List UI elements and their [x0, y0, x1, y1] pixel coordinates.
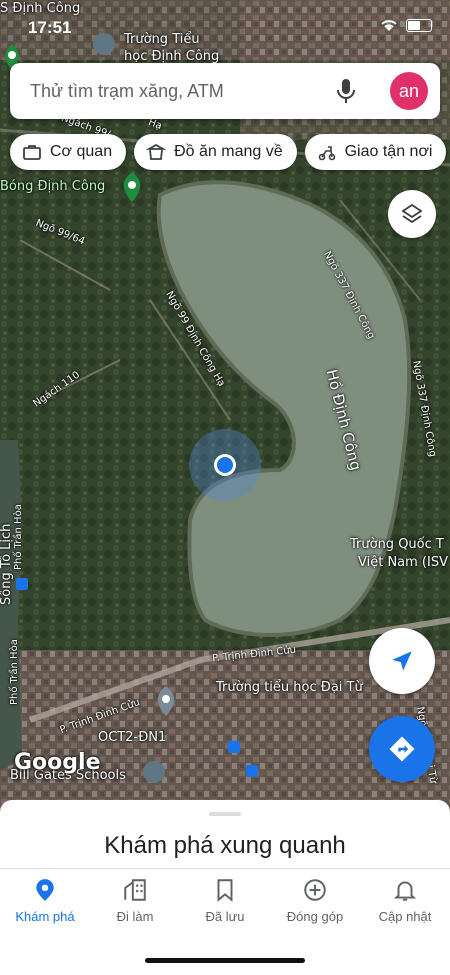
tab-label: Đã lưu: [205, 909, 245, 924]
layers-button[interactable]: [388, 190, 436, 238]
place-label: Bóng Định Công: [0, 179, 106, 194]
chip-label: Đồ ăn mang về: [174, 143, 283, 160]
add-circle-icon: [304, 879, 326, 901]
chip-label: Giao tận nơi: [344, 143, 433, 160]
briefcase-icon: [23, 145, 41, 160]
school-label: Trường Quốc T: [350, 537, 444, 552]
tab-label: Đóng góp: [286, 909, 344, 924]
my-location-button[interactable]: [369, 628, 435, 694]
account-avatar[interactable]: an: [390, 72, 428, 110]
street-label: Phố Trần Hòa: [9, 639, 20, 705]
layers-icon: [401, 203, 423, 224]
wifi-icon: [381, 20, 397, 31]
home-indicator: [145, 958, 305, 963]
tab-commute[interactable]: Đi làm: [90, 877, 180, 924]
tab-saved[interactable]: Đã lưu: [180, 877, 270, 924]
google-logo: Google: [14, 750, 101, 775]
tab-label: Khám phá: [15, 909, 75, 924]
explore-pin-icon: [36, 879, 54, 901]
chip-work[interactable]: Cơ quan: [10, 134, 127, 170]
navigation-arrow-icon: [392, 651, 412, 671]
school-label: Việt Nam (ISV: [358, 555, 448, 570]
chip-takeout[interactable]: Đồ ăn mang về: [134, 134, 297, 170]
bookmark-icon: [217, 879, 233, 902]
place-label: OCT2-ĐN1: [98, 730, 167, 745]
status-bar: 17:51: [0, 0, 450, 40]
satellite-map[interactable]: S Định Công Trường Tiểu học Định Công Ng…: [0, 0, 450, 810]
explore-sheet[interactable]: Khám phá xung quanh: [0, 800, 450, 872]
tab-updates[interactable]: Cập nhật: [360, 877, 450, 924]
scooter-icon: [318, 146, 335, 161]
tab-contribute[interactable]: Đóng góp: [270, 877, 360, 924]
battery-icon: [406, 18, 432, 32]
tab-label: Đi làm: [116, 909, 154, 924]
chip-delivery[interactable]: Giao tận nơi: [304, 134, 447, 170]
microphone-icon[interactable]: [334, 77, 358, 105]
drag-handle[interactable]: [209, 812, 241, 816]
takeout-icon: [146, 143, 167, 160]
directions-icon: [389, 736, 415, 762]
tab-label: Cập nhật: [378, 909, 432, 924]
status-time: 17:51: [28, 18, 72, 37]
street-label: Phố Trần Hòa: [13, 504, 24, 570]
school-label: Trường tiểu học Đại Từ: [216, 680, 363, 695]
search-bar[interactable]: Thử tìm trạm xăng, ATM an: [10, 63, 440, 119]
status-icons: [380, 18, 432, 32]
tab-explore[interactable]: Khám phá: [0, 877, 90, 924]
river-label: Sông Tô Lịch: [0, 523, 14, 605]
category-chips: Cơ quan Đồ ăn mang về Giao tận nơi: [10, 134, 447, 170]
directions-button[interactable]: [369, 716, 435, 782]
chip-label: Cơ quan: [50, 143, 113, 160]
school-label: học Định Công: [124, 49, 220, 64]
bell-icon: [393, 881, 417, 901]
search-placeholder[interactable]: Thử tìm trạm xăng, ATM: [30, 81, 224, 102]
commute-icon: [124, 879, 146, 901]
sheet-title: Khám phá xung quanh: [104, 832, 346, 859]
